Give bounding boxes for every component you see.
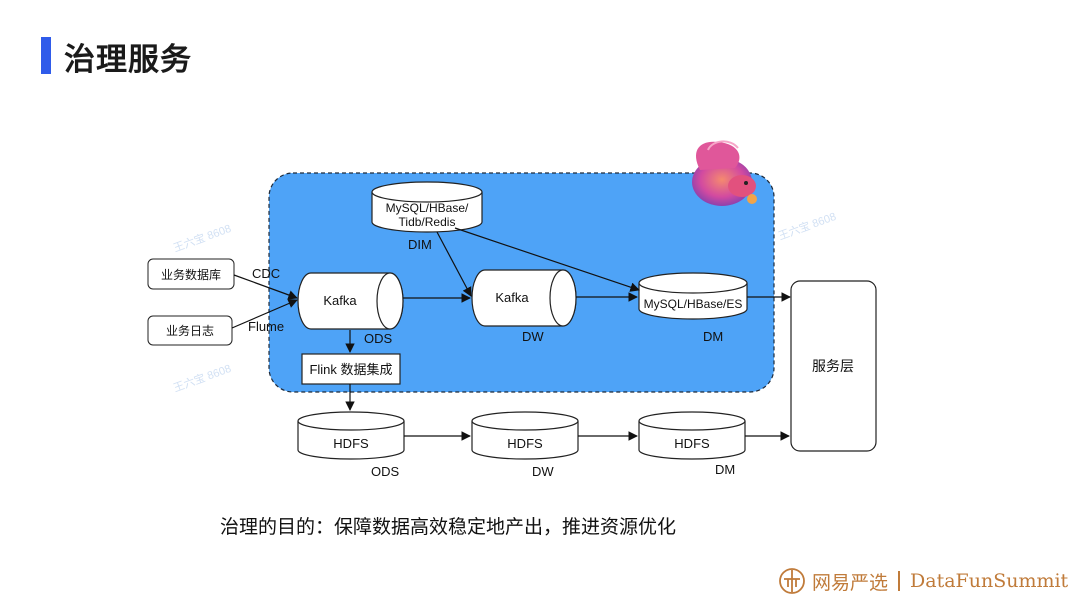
ods-label: ODS — [364, 331, 393, 346]
kafka-dw-label: Kafka — [495, 290, 529, 305]
footer-divider — [898, 571, 901, 591]
dim-store-label-line2: Tidb/Redis — [399, 215, 456, 229]
edge-label-cdc: CDC — [252, 266, 280, 281]
footer-partner: DataFunSummit — [910, 570, 1069, 592]
service-layer-label: 服务层 — [812, 358, 854, 374]
edge-label-flume: Flume — [248, 319, 284, 334]
yanxuan-logo-icon — [779, 568, 805, 594]
dm-store-cylinder — [638, 272, 748, 320]
source-db-label: 业务数据库 — [161, 267, 221, 282]
dim-store-cylinder: MySQL/HBase/ Tidb/Redis — [371, 181, 483, 233]
dw-label: DW — [522, 329, 544, 344]
kafka-ods-label: Kafka — [323, 293, 357, 308]
source-log-label: 业务日志 — [166, 323, 214, 338]
hdfs-dw-layer-label: DW — [532, 464, 554, 479]
hdfs-ods-layer-label: ODS — [371, 464, 400, 479]
footer: 网易严选 DataFunSummit — [778, 566, 1068, 596]
hdfs-ods-label: HDFS — [333, 436, 369, 451]
flink-label: Flink 数据集成 — [309, 362, 392, 377]
dim-store-label-line1: MySQL/HBase/ — [386, 201, 469, 215]
hdfs-dm-label: HDFS — [674, 436, 710, 451]
hdfs-dm-layer-label: DM — [715, 462, 735, 477]
dm-store-label: MySQL/HBase/ES — [644, 297, 743, 311]
dm-label: DM — [703, 329, 723, 344]
dim-label: DIM — [408, 237, 432, 252]
hdfs-dw-label: HDFS — [507, 436, 543, 451]
svg-text:王六宝 8608: 王六宝 8608 — [776, 209, 838, 243]
svg-text:王六宝 8608: 王六宝 8608 — [171, 361, 233, 395]
footer-brand: 网易严选 — [812, 571, 889, 594]
svg-text:王六宝 8608: 王六宝 8608 — [171, 221, 233, 255]
caption: 治理的目的：保障数据高效稳定地产出，推进资源优化 — [220, 516, 677, 538]
